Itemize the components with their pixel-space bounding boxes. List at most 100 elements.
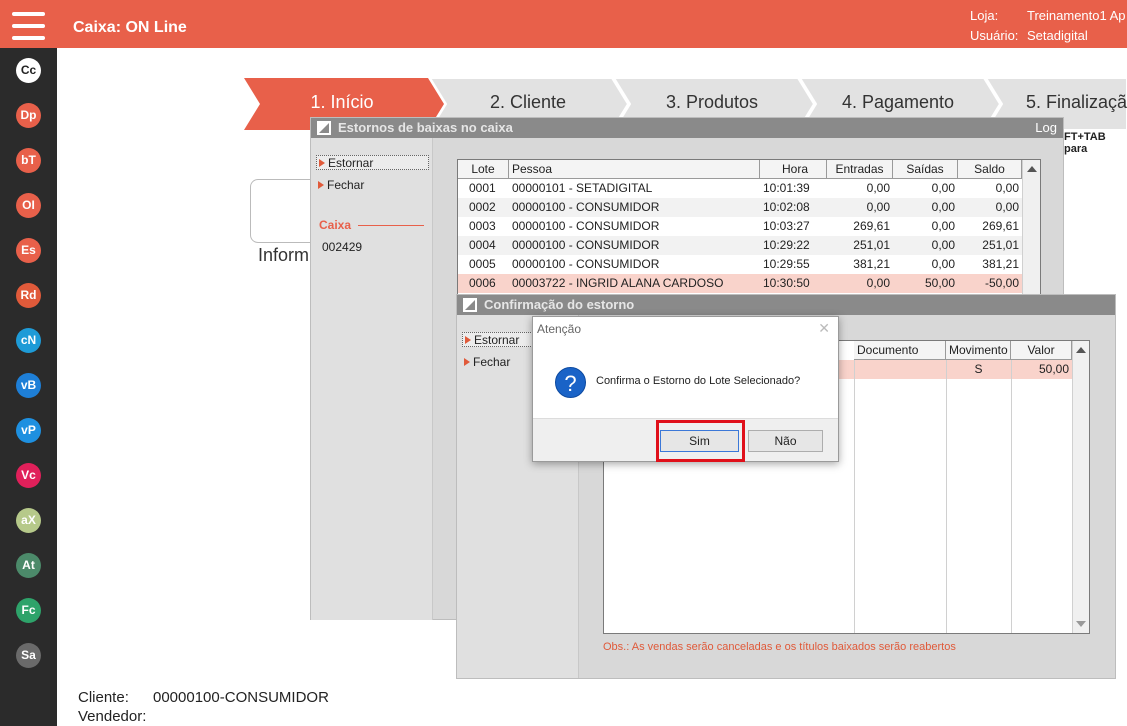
cell-pessoa: 00000100 - CONSUMIDOR (512, 200, 660, 214)
cell-lote: 0002 (469, 200, 496, 214)
cell-saldo: -50,00 (984, 276, 1019, 290)
cell-saldo: 0,00 (995, 181, 1019, 195)
cell-hora: 10:30:50 (763, 276, 810, 290)
cell-saldo: 269,61 (982, 219, 1019, 233)
cell-lote: 0005 (469, 257, 496, 271)
cell-entradas: 251,01 (853, 238, 890, 252)
sidebar-item-fc-icon[interactable]: Fc (16, 598, 41, 623)
cell-entradas: 381,21 (853, 257, 890, 271)
sidebar-item-es-icon[interactable]: Es (16, 238, 41, 263)
col-valor[interactable]: Valor (1011, 341, 1072, 360)
user-value: Setadigital (1027, 28, 1088, 43)
col-saldo[interactable]: Saldo (958, 160, 1022, 179)
no-button[interactable]: Não (748, 430, 823, 452)
yes-button-highlight (656, 420, 745, 462)
col-lote[interactable]: Lote (458, 160, 509, 179)
lotes-table: Lote Pessoa Hora Entradas Saídas Saldo 0… (457, 159, 1041, 299)
step-label: 3. Produtos (665, 92, 759, 112)
scroll-down-icon[interactable] (1076, 621, 1086, 627)
scroll-up-icon[interactable] (1076, 347, 1086, 353)
menu-label: Estornar (474, 333, 520, 347)
col-entradas[interactable]: Entradas (827, 160, 893, 179)
app-logo-icon (317, 121, 331, 135)
arrow-right-icon (464, 358, 470, 366)
sidebar-item-vp-icon[interactable]: vP (16, 418, 41, 443)
sidebar-item-sa-icon[interactable]: Sa (16, 643, 41, 668)
col-hora[interactable]: Hora (760, 160, 827, 179)
vertical-scrollbar[interactable] (1072, 341, 1089, 633)
sidebar-item-ax-icon[interactable]: aX (16, 508, 41, 533)
step-label: 1. Início (310, 92, 374, 112)
caixa-label: Caixa (319, 218, 352, 232)
col-movimento[interactable]: Movimento (946, 341, 1011, 360)
col-saidas[interactable]: Saídas (893, 160, 958, 179)
log-link[interactable]: Log (1035, 118, 1057, 138)
caixa-divider (358, 225, 424, 226)
app-logo-icon (463, 298, 477, 312)
cell-saidas: 0,00 (931, 219, 955, 233)
cell-saidas: 0,00 (931, 181, 955, 195)
sidebar-item-cn-icon[interactable]: cN (16, 328, 41, 353)
scroll-up-icon[interactable] (1027, 166, 1037, 172)
sidebar-item-at-icon[interactable]: At (16, 553, 41, 578)
background-info-text: Inform (258, 245, 310, 265)
step-label: 2. Cliente (489, 92, 567, 112)
arrow-right-icon (318, 181, 324, 189)
cell-pessoa: 00003722 - INGRID ALANA CARDOSO (512, 276, 724, 290)
menu-fechar[interactable]: Fechar (462, 355, 510, 370)
window-title: Confirmação do estorno (484, 297, 635, 312)
sidebar-item-oi-icon[interactable]: OI (16, 193, 41, 218)
caixa-value: 002429 (322, 240, 363, 254)
cell-pessoa: 00000100 - CONSUMIDOR (512, 257, 660, 271)
cell-pessoa: 00000100 - CONSUMIDOR (512, 238, 660, 252)
cell-lote: 0006 (469, 276, 496, 290)
sidebar-item-dp-icon[interactable]: Dp (16, 103, 41, 128)
client-label: Cliente: (78, 689, 129, 706)
dialog-title: Atenção (537, 322, 582, 336)
confirm-note: Obs.: As vendas serão canceladas e os tí… (603, 641, 956, 653)
cell-saldo: 0,00 (995, 200, 1019, 214)
seller-row: Vendedor: (78, 708, 146, 725)
client-row: Cliente: 00000100-CONSUMIDOR (78, 689, 329, 706)
vertical-scrollbar[interactable] (1022, 160, 1040, 298)
arrow-right-icon (319, 159, 325, 167)
hamburger-menu-icon[interactable] (12, 12, 45, 40)
close-icon[interactable]: ✕ (818, 320, 830, 337)
user-label: Usuário: (970, 28, 1019, 43)
arrow-right-icon (465, 336, 471, 344)
sidebar-item-vb-icon[interactable]: vB (16, 373, 41, 398)
sidebar-item-vc-icon[interactable]: Vc (16, 463, 41, 488)
cell-saidas: 50,00 (924, 276, 955, 290)
menu-estornar[interactable]: Estornar (316, 155, 429, 170)
cell-lote: 0001 (469, 181, 496, 195)
client-value: 00000100-CONSUMIDOR (153, 689, 329, 706)
top-bar: Caixa: ON Line Loja: Treinamento1 Ap Usuá… (0, 0, 1127, 48)
cell-hora: 10:01:39 (763, 181, 810, 195)
cell-hora: 10:03:27 (763, 219, 810, 233)
cell-hora: 10:29:22 (763, 238, 810, 252)
sidebar-item-rd-icon[interactable]: Rd (16, 283, 41, 308)
window-title: Estornos de baixas no caixa (338, 120, 513, 135)
sidebar-item-bt-icon[interactable]: bT (16, 148, 41, 173)
dialog-message: Confirma o Estorno do Lote Selecionado? (596, 375, 801, 387)
sidebar-item-cc-icon[interactable]: Cc (16, 58, 41, 83)
app-title: Caixa: ON Line (73, 19, 187, 36)
col-documento[interactable]: Documento (854, 341, 946, 360)
cell-pessoa: 00000101 - SETADIGITAL (512, 181, 653, 195)
cell-valor: 50,00 (1038, 362, 1069, 376)
window-titlebar: Confirmação do estorno (457, 295, 1115, 315)
step-label: 4. Pagamento (841, 92, 955, 112)
cell-hora: 10:29:55 (763, 257, 810, 271)
cell-entradas: 269,61 (853, 219, 890, 233)
col-pessoa[interactable]: Pessoa (509, 160, 760, 179)
store-value: Treinamento1 Ap (1027, 8, 1126, 23)
cell-movimento: S (974, 362, 983, 376)
cell-entradas: 0,00 (866, 200, 890, 214)
cell-saidas: 0,00 (931, 257, 955, 271)
estornos-menu: Estornar Fechar Caixa 002429 (311, 138, 433, 620)
cell-saidas: 0,00 (931, 200, 955, 214)
cell-lote: 0003 (469, 219, 496, 233)
menu-fechar[interactable]: Fechar (316, 178, 364, 193)
sidebar: Cc Dp bT OI Es Rd cN vB vP Vc aX At Fc Sa (0, 48, 57, 726)
cell-saidas: 0,00 (931, 238, 955, 252)
